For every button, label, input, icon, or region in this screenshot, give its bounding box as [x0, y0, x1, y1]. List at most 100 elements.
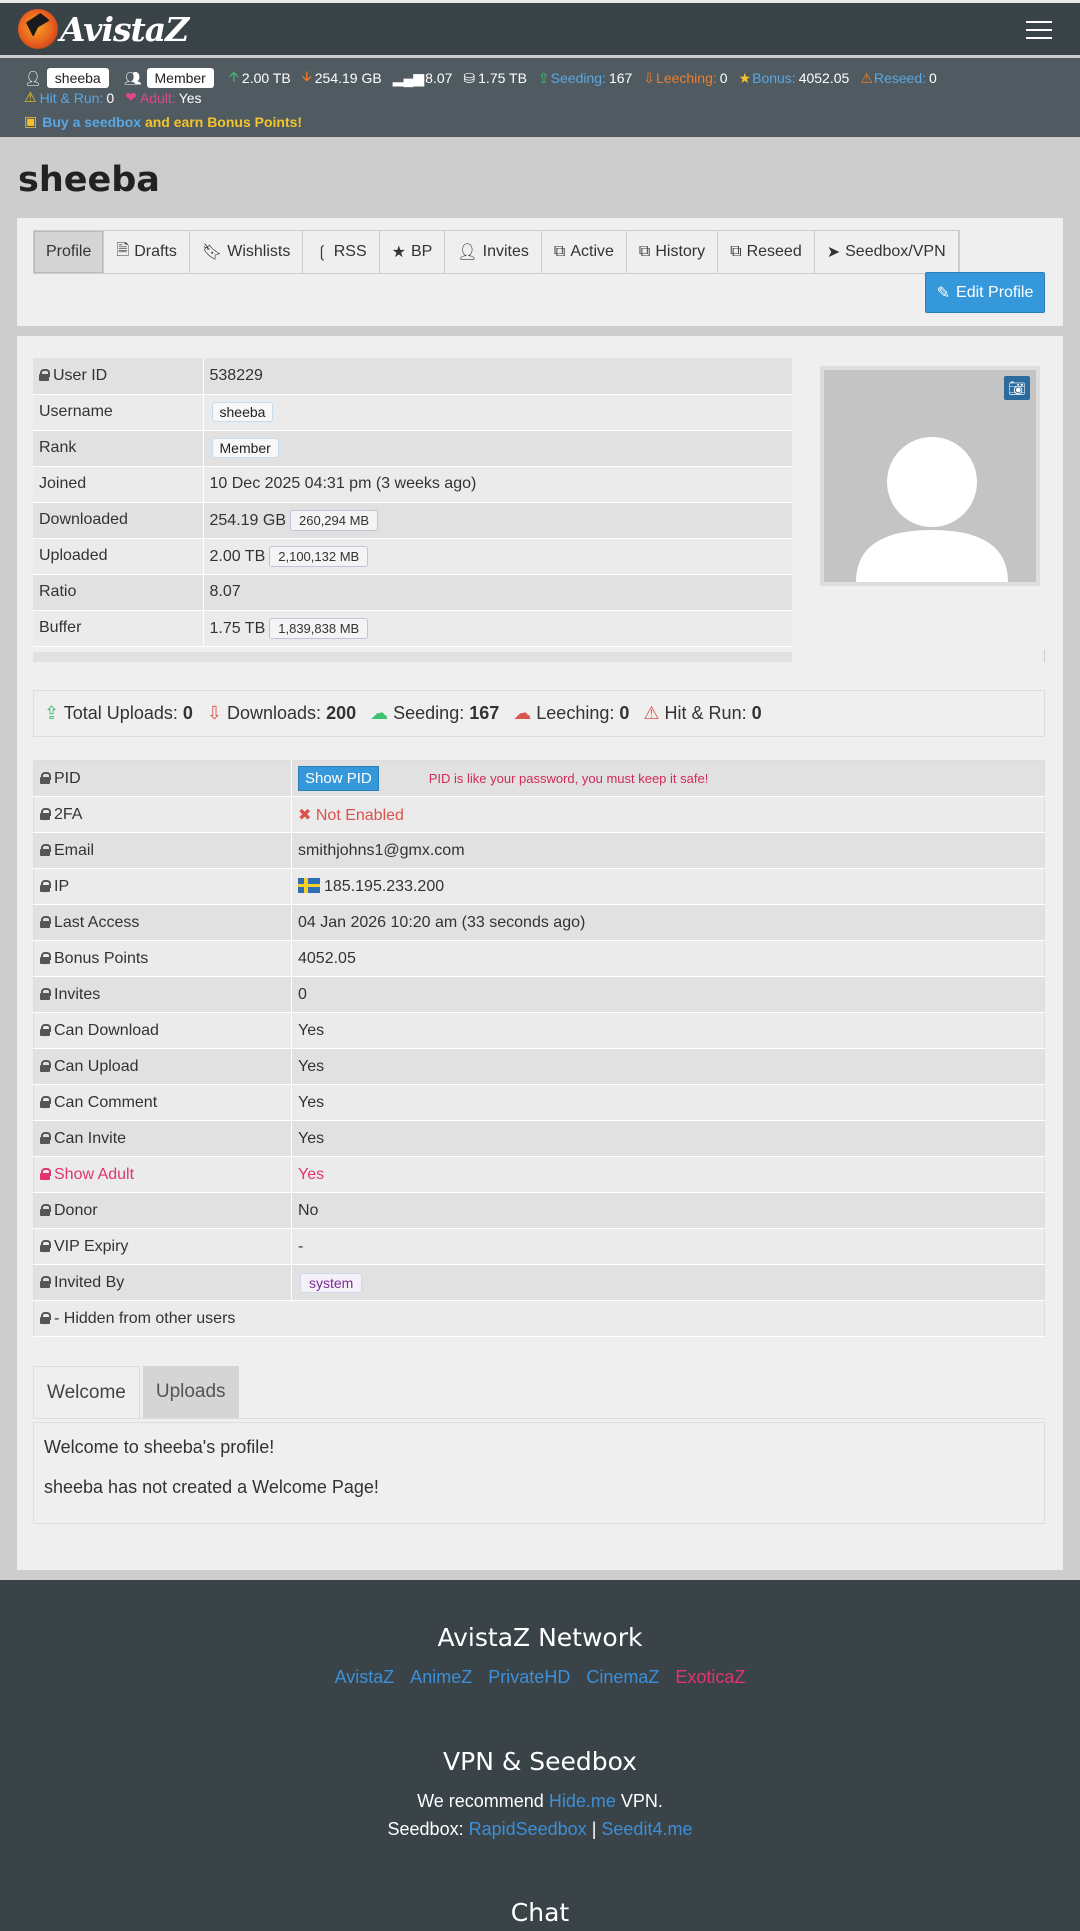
tab-welcome[interactable]: Welcome: [33, 1366, 140, 1418]
tab-uploads[interactable]: Uploads: [142, 1366, 239, 1418]
table-row: Can Download Yes: [33, 1012, 1045, 1049]
label-text: 2FA: [54, 805, 83, 823]
tab-invites[interactable]: 👤︎ Invites: [445, 231, 542, 273]
promo-row: ▣ Buy a seedbox and earn Bonus Points!: [24, 113, 302, 130]
cloud-download-icon: ☁: [513, 703, 532, 723]
table-row: Can Comment Yes: [33, 1084, 1045, 1121]
row-label: Email: [33, 832, 292, 869]
tab-active[interactable]: ⧉ Active: [542, 231, 627, 273]
can-upload-value: Yes: [291, 1048, 1045, 1085]
seedbox-promo-link[interactable]: Buy a seedbox: [42, 114, 141, 130]
tab-drafts[interactable]: 🗎︎ Drafts: [104, 231, 190, 273]
stat-bonus-label[interactable]: Bonus:: [752, 70, 796, 86]
stat-leeching-label[interactable]: Leeching:: [656, 70, 717, 86]
link-avistaz[interactable]: AvistaZ: [335, 1667, 395, 1688]
stat-buffer: 1.75 TB: [478, 70, 527, 86]
copy-icon: ⧉: [553, 243, 566, 260]
arrow-down-icon: 🡫: [301, 68, 312, 84]
row-value: 1.75 TB 1,839,838 MB: [203, 610, 792, 647]
link-cinemaz[interactable]: CinemaZ: [586, 1667, 659, 1688]
link-hideme[interactable]: Hide.me: [549, 1791, 616, 1811]
stat-row-1: 👤︎ sheeba 👥︎ Member 🡩 2.00 TB 🡫 254.19 G…: [24, 66, 937, 90]
stat-reseed-label[interactable]: Reseed:: [874, 70, 926, 86]
welcome-line: Welcome to sheeba's profile!: [44, 1437, 275, 1457]
summary-value: 200: [326, 703, 357, 723]
stat-leeching: 0: [719, 70, 728, 86]
lock-icon: [40, 915, 51, 928]
summary-label: Seeding:: [393, 703, 465, 723]
user-icon: 👤︎: [457, 244, 478, 261]
table-row: Username sheeba: [33, 394, 792, 431]
tab-label: BP: [410, 243, 433, 260]
label-text: User ID: [53, 366, 108, 384]
downloaded-value: 254.19 GB: [209, 511, 287, 529]
site-logo[interactable]: AvistaZ: [18, 9, 189, 49]
avatar: 📷︎: [820, 366, 1040, 586]
row-label: Downloaded: [33, 502, 204, 539]
divider: [33, 1418, 1045, 1419]
tab-label: Drafts: [134, 243, 177, 260]
row-label: Invited By: [33, 1264, 292, 1301]
table-row: Bonus Points 4052.05: [33, 940, 1045, 977]
row-label: User ID: [33, 358, 204, 395]
user-stat-bar: 👤︎ sheeba 👥︎ Member 🡩 2.00 TB 🡫 254.19 G…: [0, 58, 1080, 137]
stat-adult-label[interactable]: Adult:: [140, 90, 176, 106]
show-adult-value: Yes: [291, 1156, 1045, 1193]
tab-label: Invites: [482, 243, 529, 260]
welcome-tabs: Welcome Uploads: [33, 1366, 239, 1418]
network-links: AvistaZ AnimeZ PrivateHD CinemaZ Exotica…: [0, 1667, 1080, 1688]
stat-seeding-label[interactable]: Seeding:: [551, 70, 606, 86]
signal-icon: ▂▄▆: [392, 69, 425, 86]
stat-hitrun-label[interactable]: Hit & Run:: [40, 90, 104, 106]
footer: AvistaZ Network AvistaZ AnimeZ PrivateHD…: [0, 1580, 1080, 1931]
star-icon: ★: [391, 244, 406, 261]
tab-reseed[interactable]: ⧉ Reseed: [718, 231, 815, 273]
note-text: - Hidden from other users: [54, 1309, 236, 1327]
torrent-summary: ⇪ Total Uploads: 0 ⇩ Downloads: 200 ☁ Se…: [33, 690, 1045, 737]
show-pid-button[interactable]: Show PID: [298, 766, 379, 791]
link-privatehd[interactable]: PrivateHD: [488, 1667, 570, 1688]
tab-label: Active: [570, 243, 614, 260]
label-text: Can Upload: [54, 1057, 139, 1075]
label-text: PID: [54, 769, 81, 787]
tab-seedbox-vpn[interactable]: ➤ Seedbox/VPN: [815, 231, 959, 273]
username-badge[interactable]: sheeba: [211, 402, 274, 422]
lock-icon: [40, 1239, 51, 1252]
stat-username[interactable]: sheeba: [46, 68, 109, 88]
tab-label: Reseed: [746, 243, 802, 260]
label-text: Invites: [54, 985, 101, 1003]
tab-label: Seedbox/VPN: [845, 243, 946, 260]
link-rapidseedbox[interactable]: RapidSeedbox: [469, 1819, 587, 1839]
stat-row-2: ⚠ Hit & Run: 0 ❤ Adult: Yes: [24, 89, 202, 106]
download-icon: ⇩: [643, 69, 656, 86]
tab-wishlists[interactable]: 🔖︎ Wishlists: [190, 231, 304, 273]
link-exoticaz[interactable]: ExoticaZ: [675, 1667, 745, 1688]
promo-message: Buy a seedbox and earn Bonus Points!: [42, 114, 302, 130]
link-animez[interactable]: AnimeZ: [410, 1667, 472, 1688]
row-label: Username: [33, 394, 204, 431]
lock-icon: [40, 951, 51, 964]
tab-history[interactable]: ⧉ History: [627, 231, 719, 273]
row-label: Donor: [33, 1192, 292, 1229]
table-row: User ID 538229: [33, 358, 792, 395]
tab-rss[interactable]: ❲ RSS: [303, 231, 380, 273]
invited-by-badge[interactable]: system: [300, 1272, 363, 1293]
adult-icon: ❤: [125, 89, 137, 105]
row-value: 2.00 TB 2,100,132 MB: [203, 538, 792, 575]
edit-profile-button[interactable]: ✎ Edit Profile: [925, 272, 1045, 313]
table-row: Invited By system: [33, 1264, 1045, 1301]
tab-profile[interactable]: Profile: [34, 231, 105, 273]
summary-downloads: ⇩ Downloads: 200: [207, 703, 356, 724]
summary-value: 167: [469, 703, 500, 723]
row-label: Invites: [33, 976, 292, 1013]
row-label: Ratio: [33, 574, 204, 611]
tab-bp[interactable]: ★ BP: [380, 231, 446, 273]
buffer-value: 1.75 TB: [209, 619, 266, 637]
welcome-empty-note: sheeba has not created a Welcome Page!: [44, 1477, 379, 1497]
camera-icon[interactable]: 📷︎: [1004, 376, 1030, 400]
stat-seeding: 167: [608, 70, 633, 86]
link-seedit4me[interactable]: Seedit4.me: [601, 1819, 692, 1839]
hidden-note: - Hidden from other users: [33, 1300, 1045, 1337]
lock-icon: [39, 368, 50, 381]
menu-icon[interactable]: [1026, 21, 1052, 41]
